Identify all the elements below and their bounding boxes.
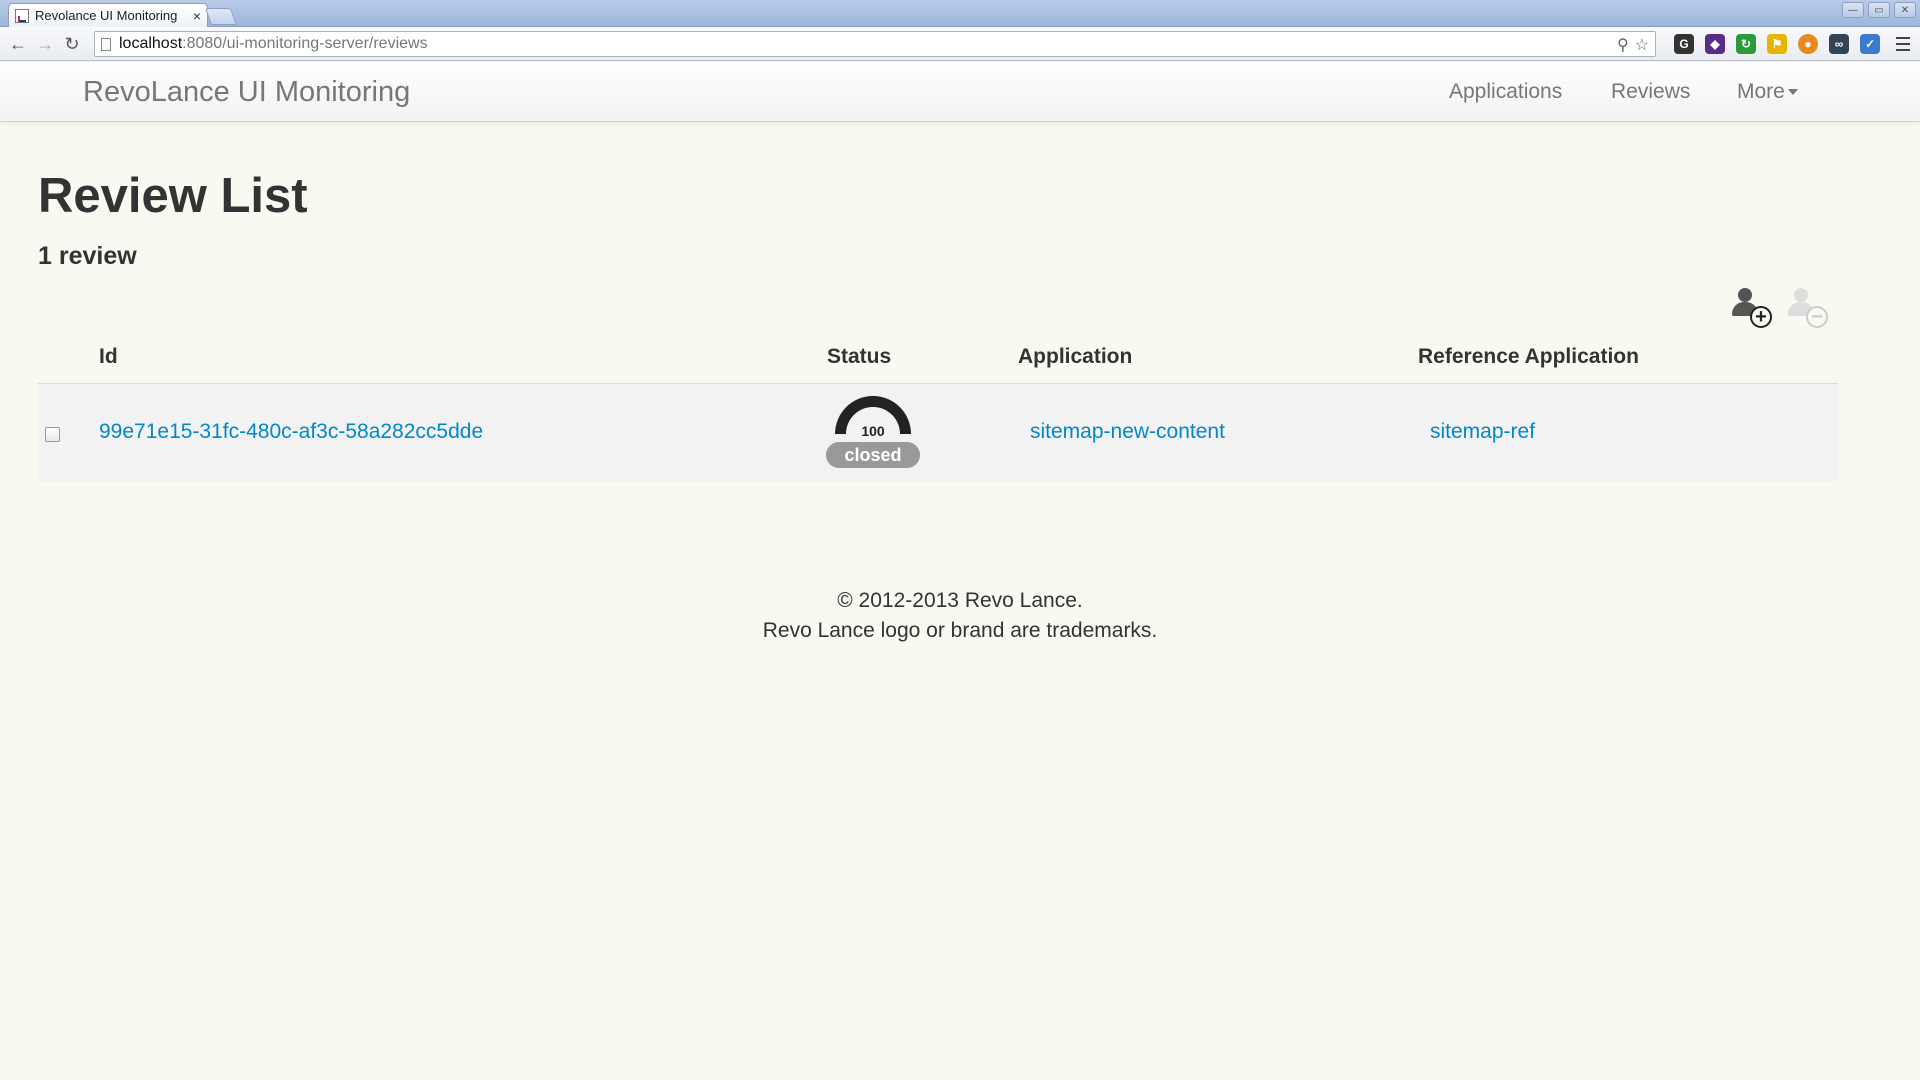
extension-yellow-icon[interactable]: ⚑ [1767,34,1787,54]
tab-title: Revolance UI Monitoring [35,8,178,23]
favicon-icon [15,8,29,23]
reference-application-link[interactable]: sitemap-ref [1430,420,1535,444]
row-checkbox[interactable] [45,427,60,442]
extension-puzzle-icon[interactable]: ◆ [1705,34,1725,54]
maximize-window-button[interactable]: ▭ [1868,2,1890,18]
new-tab-button[interactable] [204,8,238,25]
browser-toolbar: ← → ↻ localhost:8080/ui-monitoring-serve… [0,27,1920,61]
bookmark-star-icon[interactable]: ☆ [1635,35,1649,55]
reload-button[interactable]: ↻ [60,32,84,56]
user-head-icon [1794,288,1808,302]
browser-tabstrip: Revolance UI Monitoring × — ▭ ✕ [0,0,1920,27]
tab-close-icon[interactable]: × [193,8,201,24]
url-path: :8080/ui-monitoring-server/reviews [182,35,428,52]
zoom-icon[interactable]: ⚲ [1617,35,1629,55]
app-navbar: RevoLance UI Monitoring Applications Rev… [0,62,1920,122]
extension-binoculars-icon[interactable]: ∞ [1829,34,1849,54]
caret-down-icon [1787,89,1798,96]
nav-more-dropdown[interactable]: More [1737,80,1798,104]
extension-green-icon[interactable]: ↻ [1736,34,1756,54]
status-gauge: 100 closed [826,394,920,468]
extension-cookie-icon[interactable]: ● [1798,34,1818,54]
nav-more-label: More [1737,80,1785,103]
brand-link[interactable]: RevoLance UI Monitoring [83,76,410,109]
back-button[interactable]: ← [6,32,30,56]
review-count: 1 review [38,242,137,270]
minimize-window-button[interactable]: — [1842,2,1864,18]
nav-applications[interactable]: Applications [1449,80,1562,104]
add-reviewer-button[interactable]: + [1728,284,1774,330]
forward-button[interactable]: → [33,32,57,56]
user-head-icon [1738,288,1752,302]
page-title: Review List [38,169,308,223]
address-bar[interactable]: localhost:8080/ui-monitoring-server/revi… [94,31,1656,57]
browser-menu-icon[interactable] [1896,37,1910,51]
status-badge: closed [826,442,920,468]
plus-icon: + [1750,306,1772,328]
footer-copyright: © 2012-2013 Revo Lance. [837,589,1083,612]
browser-tab[interactable]: Revolance UI Monitoring × [8,3,208,27]
nav-reviews[interactable]: Reviews [1611,80,1690,104]
application-link[interactable]: sitemap-new-content [1030,420,1225,444]
url-host: localhost [119,35,183,52]
column-header-id[interactable]: Id [99,345,118,369]
footer-trademark: Revo Lance logo or brand are trademarks. [762,619,1158,642]
progress-value: 100 [861,423,885,439]
extension-blue-icon[interactable]: ✓ [1860,34,1880,54]
page-icon [101,37,111,51]
column-header-reference-application[interactable]: Reference Application [1418,345,1639,369]
column-header-application[interactable]: Application [1018,345,1132,369]
close-window-button[interactable]: ✕ [1894,2,1916,18]
url-text: localhost:8080/ui-monitoring-server/revi… [119,35,428,53]
remove-reviewer-button[interactable]: − [1784,284,1830,330]
extension-g-icon[interactable]: G [1674,34,1694,54]
review-id-link[interactable]: 99e71e15-31fc-480c-af3c-58a282cc5dde [99,420,483,444]
column-header-status[interactable]: Status [827,345,891,369]
minus-icon: − [1806,306,1828,328]
